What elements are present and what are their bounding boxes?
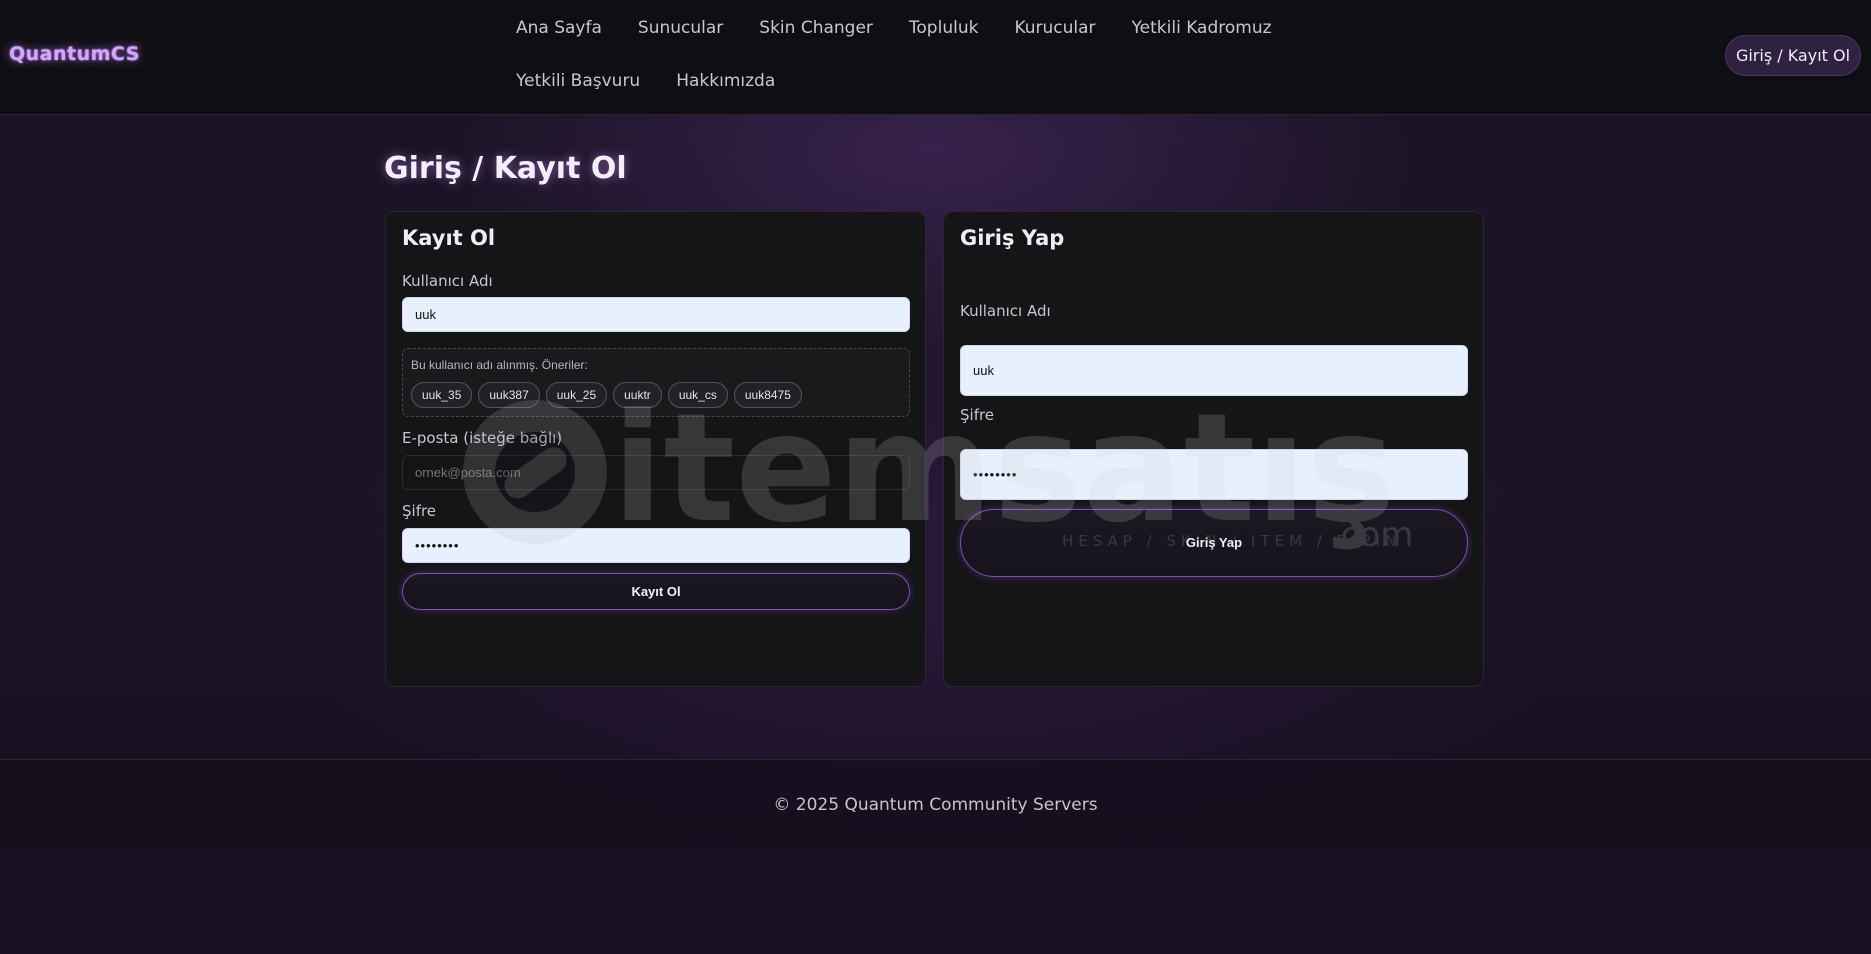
nav-item-about[interactable]: Hakkımızda	[676, 67, 775, 96]
login-password-input[interactable]	[960, 449, 1468, 500]
site-logo[interactable]: QuantumCS	[9, 43, 140, 65]
suggestion-chips: uuk_35 uuk387 uuk_25 uuktr uuk_cs uuk847…	[411, 382, 802, 408]
suggestion-chip[interactable]: uuk_35	[411, 382, 473, 408]
register-email-label: E-posta (isteğe bağlı)	[402, 429, 563, 447]
login-password-label: Şifre	[960, 406, 995, 424]
register-username-label: Kullanıcı Adı	[402, 272, 493, 290]
login-title: Giriş Yap	[960, 226, 1065, 250]
nav-item-founders[interactable]: Kurucular	[1014, 14, 1095, 43]
login-card: Giriş Yap Kullanıcı Adı Şifre Giriş Yap	[943, 211, 1484, 687]
username-suggestions-box: Bu kullanıcı adı alınmış. Öneriler: uuk_…	[402, 348, 910, 417]
login-register-button[interactable]: Giriş / Kayıt Ol	[1725, 35, 1861, 76]
suggestions-title: Bu kullanıcı adı alınmış. Öneriler:	[411, 358, 588, 372]
register-submit-button[interactable]: Kayıt Ol	[402, 573, 910, 610]
nav-item-staff-application[interactable]: Yetkili Başvuru	[516, 67, 640, 96]
register-username-input[interactable]	[402, 297, 910, 332]
footer-copyright: © 2025 Quantum Community Servers	[773, 795, 1098, 815]
nav-item-servers[interactable]: Sunucular	[638, 14, 723, 43]
suggestion-chip[interactable]: uuktr	[613, 382, 662, 408]
site-footer: © 2025 Quantum Community Servers	[0, 759, 1871, 850]
nav-item-community[interactable]: Topluluk	[909, 14, 979, 43]
suggestion-chip[interactable]: uuk8475	[733, 382, 802, 408]
page-title: Giriş / Kayıt Ol	[384, 151, 627, 186]
main-nav: Ana Sayfa Sunucular Skin Changer Toplulu…	[516, 14, 1276, 96]
login-username-label: Kullanıcı Adı	[960, 302, 1051, 320]
register-password-label: Şifre	[402, 502, 437, 520]
nav-item-staff[interactable]: Yetkili Kadromuz	[1132, 14, 1272, 43]
register-card: Kayıt Ol Kullanıcı Adı Bu kullanıcı adı …	[385, 211, 926, 687]
login-username-input[interactable]	[960, 345, 1468, 396]
nav-item-skin-changer[interactable]: Skin Changer	[759, 14, 873, 43]
site-header: QuantumCS Ana Sayfa Sunucular Skin Chang…	[0, 0, 1871, 115]
suggestion-chip[interactable]: uuk_25	[545, 382, 608, 408]
suggestion-chip[interactable]: uuk387	[478, 382, 540, 408]
login-submit-button[interactable]: Giriş Yap	[960, 509, 1468, 577]
register-email-input[interactable]	[402, 455, 910, 490]
register-password-input[interactable]	[402, 528, 910, 563]
register-title: Kayıt Ol	[402, 226, 496, 250]
nav-item-home[interactable]: Ana Sayfa	[516, 14, 602, 43]
suggestion-chip[interactable]: uuk_cs	[667, 382, 728, 408]
